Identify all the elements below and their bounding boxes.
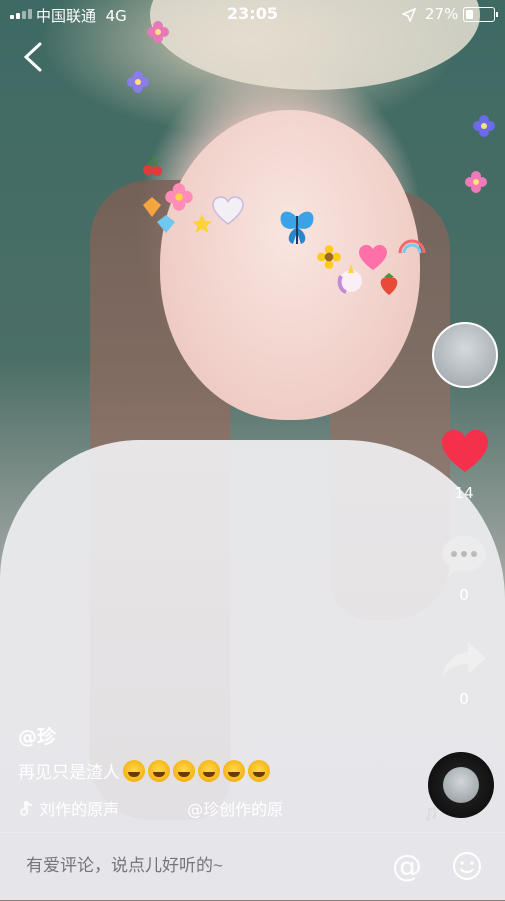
- caption: 再见只是渣人: [18, 758, 270, 783]
- music-note-icon: [426, 807, 436, 821]
- emoji-picker-icon[interactable]: [452, 851, 482, 881]
- comment-button[interactable]: [440, 534, 488, 578]
- like-count: 14: [454, 484, 474, 502]
- tiktok-note-icon: [20, 801, 33, 816]
- shirt: [0, 440, 505, 900]
- location-arrow-icon: [402, 8, 416, 22]
- like-button[interactable]: [440, 428, 490, 474]
- cherry-sticker: [143, 155, 162, 176]
- laughing-emoji-icon: [223, 760, 245, 782]
- butterfly-sticker: [280, 211, 314, 244]
- strawberry-sticker: [380, 273, 398, 295]
- laughing-emoji-icon: [173, 760, 195, 782]
- share-button[interactable]: [440, 640, 488, 680]
- star-sticker: [192, 214, 212, 233]
- laughing-emoji-icon: [148, 760, 170, 782]
- music-title-scroll: @珍创作的原: [187, 800, 284, 819]
- flower-sticker: [465, 171, 487, 193]
- at-mention-icon[interactable]: @: [392, 849, 422, 884]
- music-cover: [443, 767, 479, 803]
- share-count: 0: [459, 690, 469, 708]
- flower-sticker: [473, 115, 495, 137]
- comment-count: 0: [459, 586, 469, 604]
- comment-input[interactable]: [24, 855, 368, 877]
- music-title: 刘作的原声: [39, 800, 120, 819]
- share-arrow-icon: [442, 642, 486, 678]
- laughing-emoji-icon: [248, 760, 270, 782]
- laughing-emoji-icon: [123, 760, 145, 782]
- crystal-sticker: [157, 215, 175, 233]
- back-button[interactable]: [18, 40, 48, 74]
- battery-level-fill: [466, 10, 473, 19]
- battery-icon: [463, 7, 498, 22]
- heart-sticker: [212, 196, 244, 225]
- flower-sticker: [127, 71, 149, 93]
- unicorn-sticker: [337, 264, 362, 294]
- flower-sticker: [165, 183, 193, 211]
- author-name[interactable]: @珍: [18, 722, 56, 749]
- laughing-emoji-icon: [198, 760, 220, 782]
- status-bar: 中国联通 4G 23:05 27%: [0, 0, 505, 28]
- comment-bar: @: [0, 832, 505, 901]
- caption-emoji-row: [120, 760, 270, 783]
- music-row[interactable]: 刘作的原声 @珍创作的原: [18, 796, 283, 820]
- heart-icon: [442, 430, 488, 472]
- caption-text: 再见只是渣人: [18, 763, 120, 783]
- author-avatar[interactable]: [432, 322, 498, 388]
- rainbow-sticker: [398, 239, 426, 254]
- battery-percent: 27%: [425, 5, 459, 23]
